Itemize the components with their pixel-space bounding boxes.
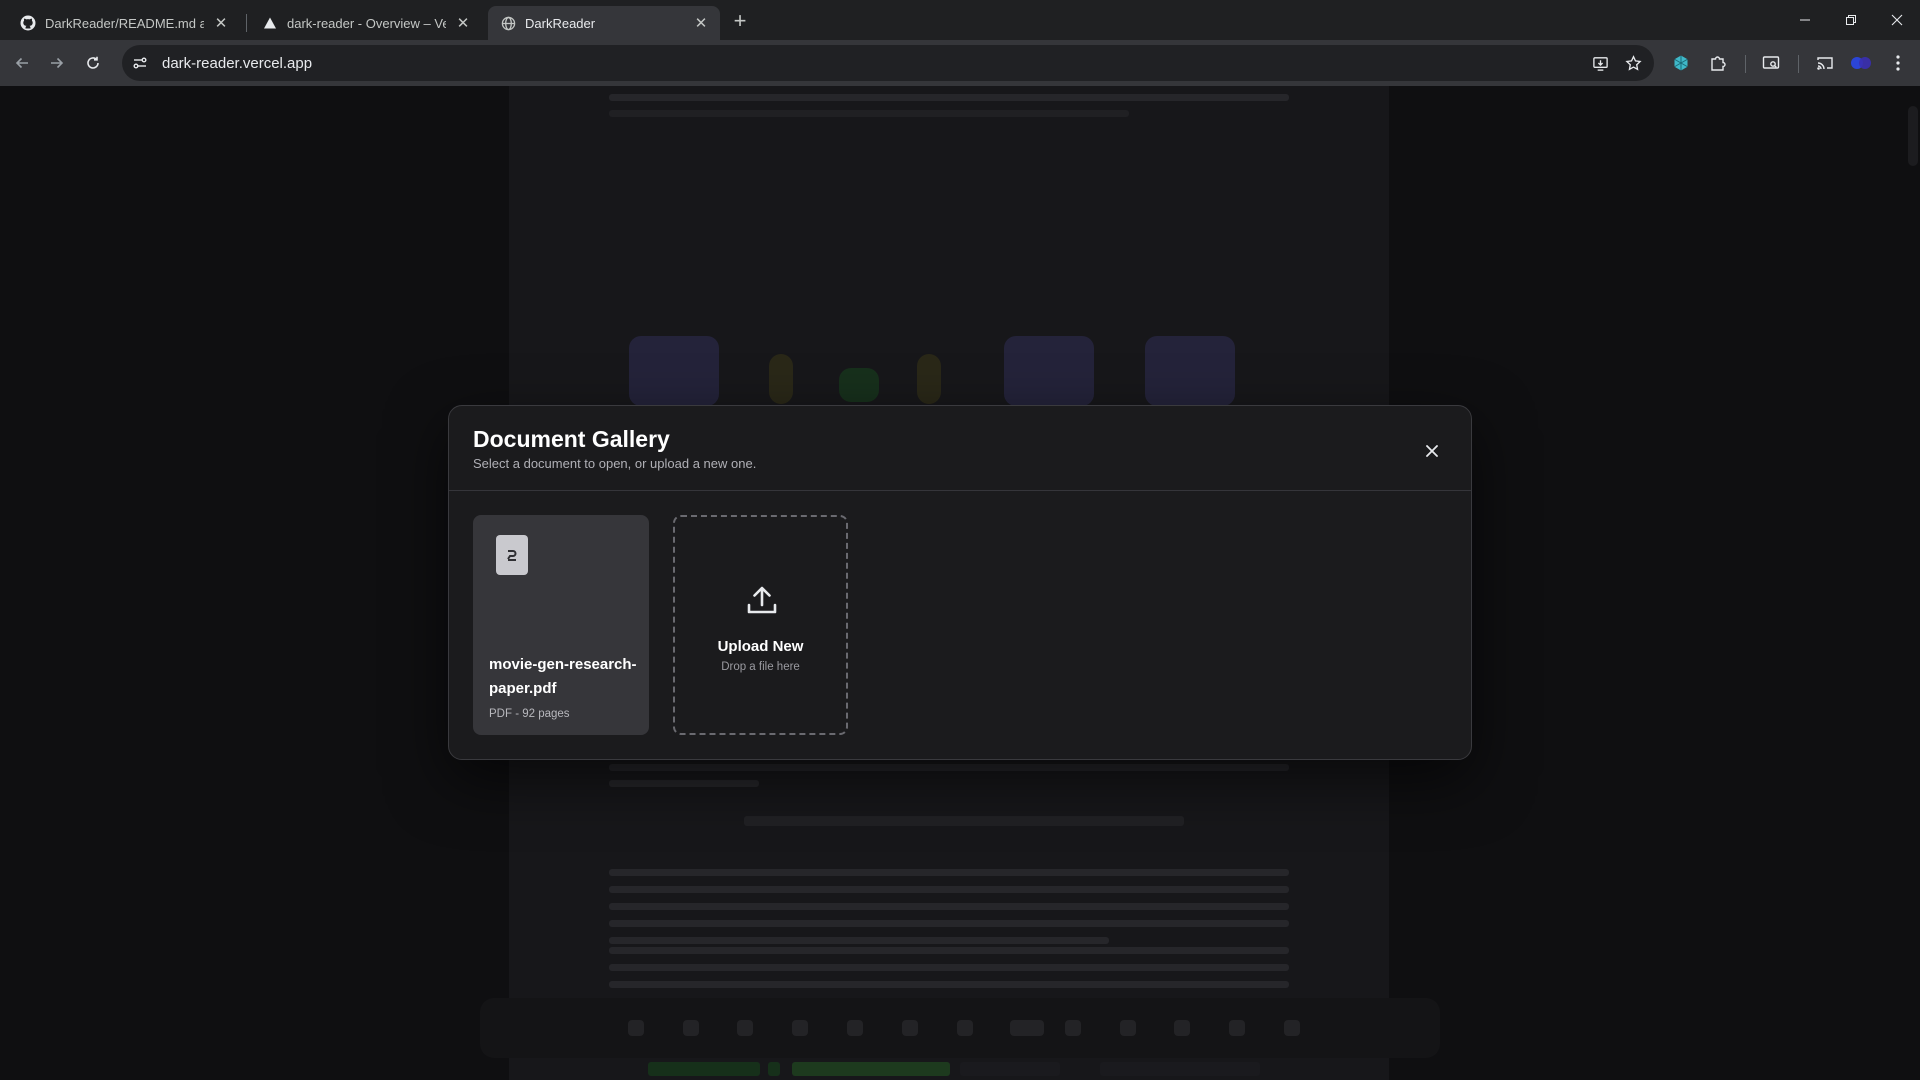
theme-icon[interactable] bbox=[847, 1020, 863, 1036]
tab-search-icon[interactable] bbox=[1757, 49, 1785, 77]
close-window-icon[interactable] bbox=[1874, 0, 1920, 40]
tab-darkreader[interactable]: DarkReader ✕ bbox=[488, 6, 720, 40]
url-text: dark-reader.vercel.app bbox=[162, 54, 313, 72]
tab-strip: DarkReader/README.md at ma ✕ dark-reader… bbox=[0, 0, 1920, 40]
blurred-text-line bbox=[609, 903, 1289, 910]
blurred-text-line bbox=[609, 886, 1289, 893]
shape-icon[interactable] bbox=[737, 1020, 753, 1036]
toolbar-divider bbox=[1745, 55, 1746, 73]
close-icon[interactable] bbox=[1421, 440, 1443, 462]
blurred-text-line bbox=[609, 964, 1289, 971]
tab-divider bbox=[246, 14, 247, 32]
progress-segment bbox=[648, 1062, 760, 1076]
minimize-icon[interactable] bbox=[1782, 0, 1828, 40]
blurred-figure-block bbox=[769, 354, 793, 404]
new-tab-button[interactable]: + bbox=[728, 9, 752, 33]
blurred-equation bbox=[744, 816, 1184, 826]
document-icon bbox=[496, 535, 528, 575]
upload-new-dropzone[interactable]: Upload New Drop a file here bbox=[673, 515, 848, 735]
zoom-level[interactable] bbox=[1010, 1020, 1044, 1036]
blurred-text-line bbox=[609, 764, 1289, 771]
tab-title: DarkReader bbox=[525, 15, 596, 31]
rotate-icon[interactable] bbox=[1120, 1020, 1136, 1036]
blurred-text-line bbox=[609, 110, 1129, 117]
settings-icon[interactable] bbox=[902, 1020, 918, 1036]
reader-toolbar bbox=[480, 998, 1440, 1058]
address-bar[interactable]: dark-reader.vercel.app bbox=[122, 45, 1654, 81]
zoom-out-icon[interactable] bbox=[957, 1020, 973, 1036]
progress-segment bbox=[768, 1062, 780, 1076]
modal-title: Document Gallery bbox=[473, 426, 670, 452]
forward-icon[interactable] bbox=[43, 49, 71, 77]
progress-segment bbox=[792, 1062, 950, 1076]
gallery-icon[interactable] bbox=[1284, 1020, 1300, 1036]
blurred-figure-block bbox=[1145, 336, 1235, 406]
blurred-text-line bbox=[609, 981, 1289, 988]
extension-icon[interactable] bbox=[1667, 49, 1695, 77]
tab-close-icon[interactable]: ✕ bbox=[454, 14, 472, 32]
blurred-figure-block bbox=[1004, 336, 1094, 406]
blurred-text-line bbox=[609, 947, 1289, 954]
upload-hint: Drop a file here bbox=[721, 661, 800, 673]
site-info-icon[interactable] bbox=[126, 49, 154, 77]
modal-subtitle: Select a document to open, or upload a n… bbox=[473, 456, 757, 471]
github-icon bbox=[20, 15, 36, 31]
blurred-figure-block bbox=[917, 354, 941, 404]
restore-icon[interactable] bbox=[1828, 0, 1874, 40]
blurred-text-line bbox=[609, 94, 1289, 101]
blurred-text-line bbox=[609, 937, 1109, 944]
toolbar-divider bbox=[1798, 55, 1799, 73]
browser-toolbar: dark-reader.vercel.app bbox=[0, 40, 1920, 86]
note-icon[interactable] bbox=[792, 1020, 808, 1036]
install-app-icon[interactable] bbox=[1586, 49, 1614, 77]
tab-title: DarkReader/README.md at ma bbox=[45, 15, 204, 31]
vercel-icon bbox=[262, 15, 278, 31]
progress-segment bbox=[1100, 1062, 1260, 1076]
blurred-figure-block bbox=[839, 368, 879, 402]
back-icon[interactable] bbox=[8, 49, 36, 77]
blurred-text-line bbox=[609, 869, 1289, 876]
blurred-figure-block bbox=[629, 336, 719, 406]
profile-avatar-icon[interactable] bbox=[1847, 49, 1875, 77]
tab-close-icon[interactable]: ✕ bbox=[212, 14, 230, 32]
download-icon[interactable] bbox=[1229, 1020, 1245, 1036]
cast-icon[interactable] bbox=[1811, 49, 1839, 77]
document-meta: PDF - 92 pages bbox=[489, 708, 570, 720]
upload-title: Upload New bbox=[717, 638, 804, 655]
document-gallery-modal: Document Gallery Select a document to op… bbox=[448, 405, 1472, 760]
globe-icon bbox=[500, 15, 516, 31]
modal-header: Document Gallery Select a document to op… bbox=[449, 406, 1471, 491]
reload-icon[interactable] bbox=[79, 49, 107, 77]
zoom-in-icon[interactable] bbox=[1065, 1020, 1081, 1036]
tab-title: dark-reader - Overview – Vercel bbox=[287, 15, 446, 31]
page-scrollbar[interactable] bbox=[1908, 106, 1918, 166]
fullscreen-icon[interactable] bbox=[1174, 1020, 1190, 1036]
highlighter-icon[interactable] bbox=[683, 1020, 699, 1036]
extensions-puzzle-icon[interactable] bbox=[1704, 49, 1732, 77]
menu-kebab-icon[interactable] bbox=[1884, 49, 1912, 77]
document-card[interactable]: movie-gen-research-paper.pdf PDF - 92 pa… bbox=[473, 515, 649, 735]
tab-close-icon[interactable]: ✕ bbox=[692, 14, 710, 32]
blurred-text-line bbox=[609, 780, 759, 787]
upload-icon bbox=[745, 583, 779, 617]
pen-icon[interactable] bbox=[628, 1020, 644, 1036]
document-name: movie-gen-research-paper.pdf bbox=[489, 656, 637, 697]
blurred-text-line bbox=[609, 920, 1289, 927]
progress-segment bbox=[960, 1062, 1060, 1076]
tab-vercel-overview[interactable]: dark-reader - Overview – Vercel ✕ bbox=[250, 6, 482, 40]
tab-github-readme[interactable]: DarkReader/README.md at ma ✕ bbox=[8, 6, 240, 40]
bookmark-star-icon[interactable] bbox=[1619, 49, 1647, 77]
